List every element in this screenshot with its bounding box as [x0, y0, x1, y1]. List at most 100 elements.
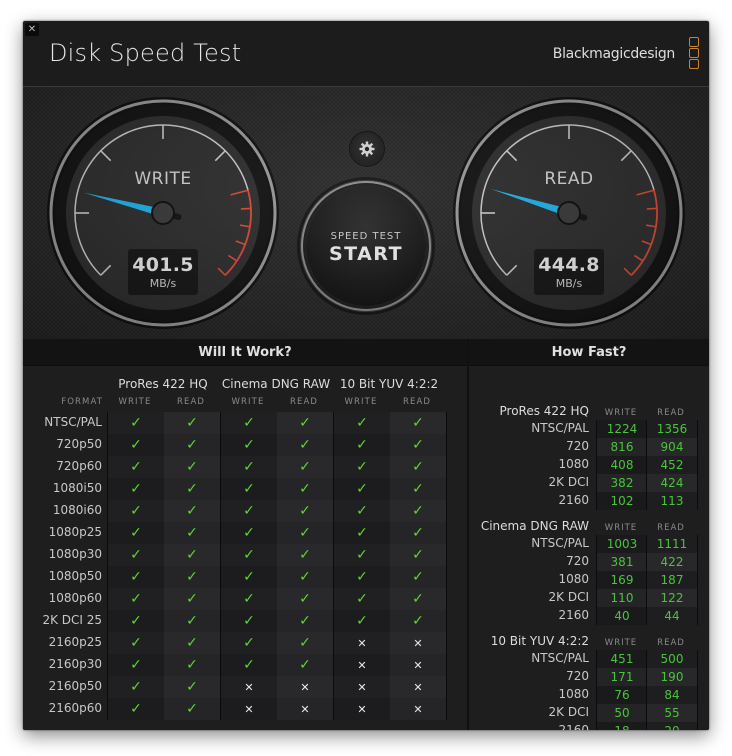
check-icon: ✓ — [299, 481, 311, 497]
speed-format-label: NTSC/PAL — [531, 421, 589, 435]
format-label: NTSC/PAL — [44, 415, 102, 429]
compatibility-cell: ✓ — [164, 412, 220, 434]
compatibility-cell: ✓ — [277, 456, 333, 478]
compatibility-cell: ✕ — [333, 676, 390, 698]
read-gauge-label: READ — [544, 169, 594, 189]
compatibility-cell: ✓ — [164, 588, 220, 610]
compatibility-cell: ✓ — [220, 566, 277, 588]
check-icon: ✓ — [243, 657, 255, 673]
check-icon: ✓ — [299, 591, 311, 607]
check-icon: ✓ — [130, 613, 142, 629]
compatibility-cell: ✓ — [390, 588, 446, 610]
speed-format-label: NTSC/PAL — [531, 536, 589, 550]
compatibility-grid: ✓ ✓ ✓ ✓ ✓ ✓ ✓ ✓ ✓ ✓ ✓ ✓ ✓ ✓ ✓ ✓ ✓ ✓ ✓ ✓ ✓ ✓ ✓ ✓ ✓ ✓ ✓ ✓ ✓ ✓ ✓ ✓ ✓ ✓ ✓ ✓ ✓ ✓ ✓ ✓… — [107, 412, 447, 720]
speed-format-label: 720 — [566, 669, 589, 683]
check-icon: ✓ — [130, 481, 142, 497]
write-speed-value: 451 — [596, 650, 647, 668]
check-icon: ✓ — [412, 437, 424, 453]
settings-button[interactable] — [350, 132, 384, 166]
compatibility-cell: ✓ — [220, 500, 277, 522]
write-speed-value: 50 — [596, 704, 647, 722]
compatibility-cell: ✕ — [390, 632, 446, 654]
format-label: 2K DCI 25 — [42, 613, 102, 627]
check-icon: ✓ — [186, 613, 198, 629]
read-gauge: READ 444.8 MB/s — [451, 95, 687, 331]
read-gauge-dial — [453, 97, 685, 329]
compatibility-cell: ✓ — [107, 544, 164, 566]
compatibility-cell: ✓ — [390, 544, 446, 566]
check-icon: ✓ — [243, 591, 255, 607]
cross-icon: ✕ — [357, 702, 367, 716]
check-icon: ✓ — [243, 547, 255, 563]
compatibility-cell: ✓ — [220, 456, 277, 478]
format-label: 1080p30 — [48, 547, 102, 561]
col-header-write: WRITE — [604, 408, 638, 418]
compatibility-cell: ✓ — [390, 610, 446, 632]
compatibility-cell: ✓ — [220, 654, 277, 676]
check-icon: ✓ — [186, 657, 198, 673]
format-label: 1080p25 — [48, 525, 102, 539]
check-icon: ✓ — [412, 591, 424, 607]
codec-header-cinema-dng: Cinema DNG RAW — [221, 377, 331, 391]
col-header-read: READ — [402, 397, 432, 407]
compatibility-cell: ✕ — [277, 676, 333, 698]
check-icon: ✓ — [412, 547, 424, 563]
table-row: ✓ ✓ ✓ ✓ ✓ ✓ — [107, 544, 446, 566]
check-icon: ✓ — [299, 635, 311, 651]
read-speed-value: 84 — [646, 686, 698, 704]
check-icon: ✓ — [299, 613, 311, 629]
col-header-read: READ — [657, 638, 685, 648]
write-speed-unit: MB/s — [149, 277, 177, 290]
check-icon: ✓ — [243, 459, 255, 475]
check-icon: ✓ — [243, 415, 255, 431]
cross-icon: ✕ — [413, 658, 423, 672]
check-icon: ✓ — [299, 503, 311, 519]
check-icon: ✓ — [186, 525, 198, 541]
close-icon[interactable]: ✕ — [25, 23, 39, 36]
check-icon: ✓ — [130, 459, 142, 475]
compatibility-cell: ✓ — [220, 434, 277, 456]
start-button-caption: SPEED TEST — [330, 231, 402, 242]
compatibility-cell: ✓ — [164, 654, 220, 676]
compatibility-cell: ✓ — [390, 434, 446, 456]
check-icon: ✓ — [186, 459, 198, 475]
speed-format-label: 1080 — [558, 687, 589, 701]
compatibility-cell: ✓ — [164, 478, 220, 500]
compatibility-cell: ✕ — [333, 698, 390, 720]
check-icon: ✓ — [356, 415, 368, 431]
compatibility-cell: ✓ — [277, 522, 333, 544]
compatibility-cell: ✕ — [220, 698, 277, 720]
check-icon: ✓ — [299, 415, 311, 431]
format-label: 1080i60 — [52, 503, 102, 517]
speed-format-label: 2K DCI — [548, 475, 589, 489]
write-speed-value: 381 — [596, 553, 647, 571]
check-icon: ✓ — [130, 547, 142, 563]
speed-test-start-button[interactable]: SPEED TEST START — [306, 186, 426, 306]
compatibility-cell: ✓ — [107, 500, 164, 522]
col-header-write: WRITE — [604, 638, 638, 648]
compatibility-cell: ✓ — [107, 456, 164, 478]
cross-icon: ✕ — [244, 680, 254, 694]
table-row: ✓ ✓ ✓ ✓ ✓ ✓ — [107, 434, 446, 456]
compatibility-cell: ✓ — [107, 676, 164, 698]
compatibility-cell: ✕ — [390, 654, 446, 676]
compatibility-cell: ✓ — [390, 478, 446, 500]
codec-header-10bit-yuv: 10 Bit YUV 4:2:2 — [339, 377, 439, 391]
compatibility-cell: ✓ — [333, 478, 390, 500]
check-icon: ✓ — [186, 635, 198, 651]
compatibility-cell: ✓ — [333, 544, 390, 566]
write-speed-value: 401.5 — [132, 254, 194, 276]
read-speed-value: 20 — [646, 722, 698, 730]
read-speed-value: 500 — [646, 650, 698, 668]
gauge-hub — [151, 201, 175, 225]
check-icon: ✓ — [186, 569, 198, 585]
check-icon: ✓ — [130, 569, 142, 585]
write-speed-value: 169 — [596, 571, 647, 589]
speed-group-codec: Cinema DNG RAW — [480, 519, 589, 533]
compatibility-cell: ✓ — [277, 654, 333, 676]
check-icon: ✓ — [243, 613, 255, 629]
check-icon: ✓ — [299, 437, 311, 453]
col-header-write: WRITE — [344, 397, 378, 407]
compatibility-cell: ✓ — [220, 478, 277, 500]
speed-format-label: 720 — [566, 439, 589, 453]
